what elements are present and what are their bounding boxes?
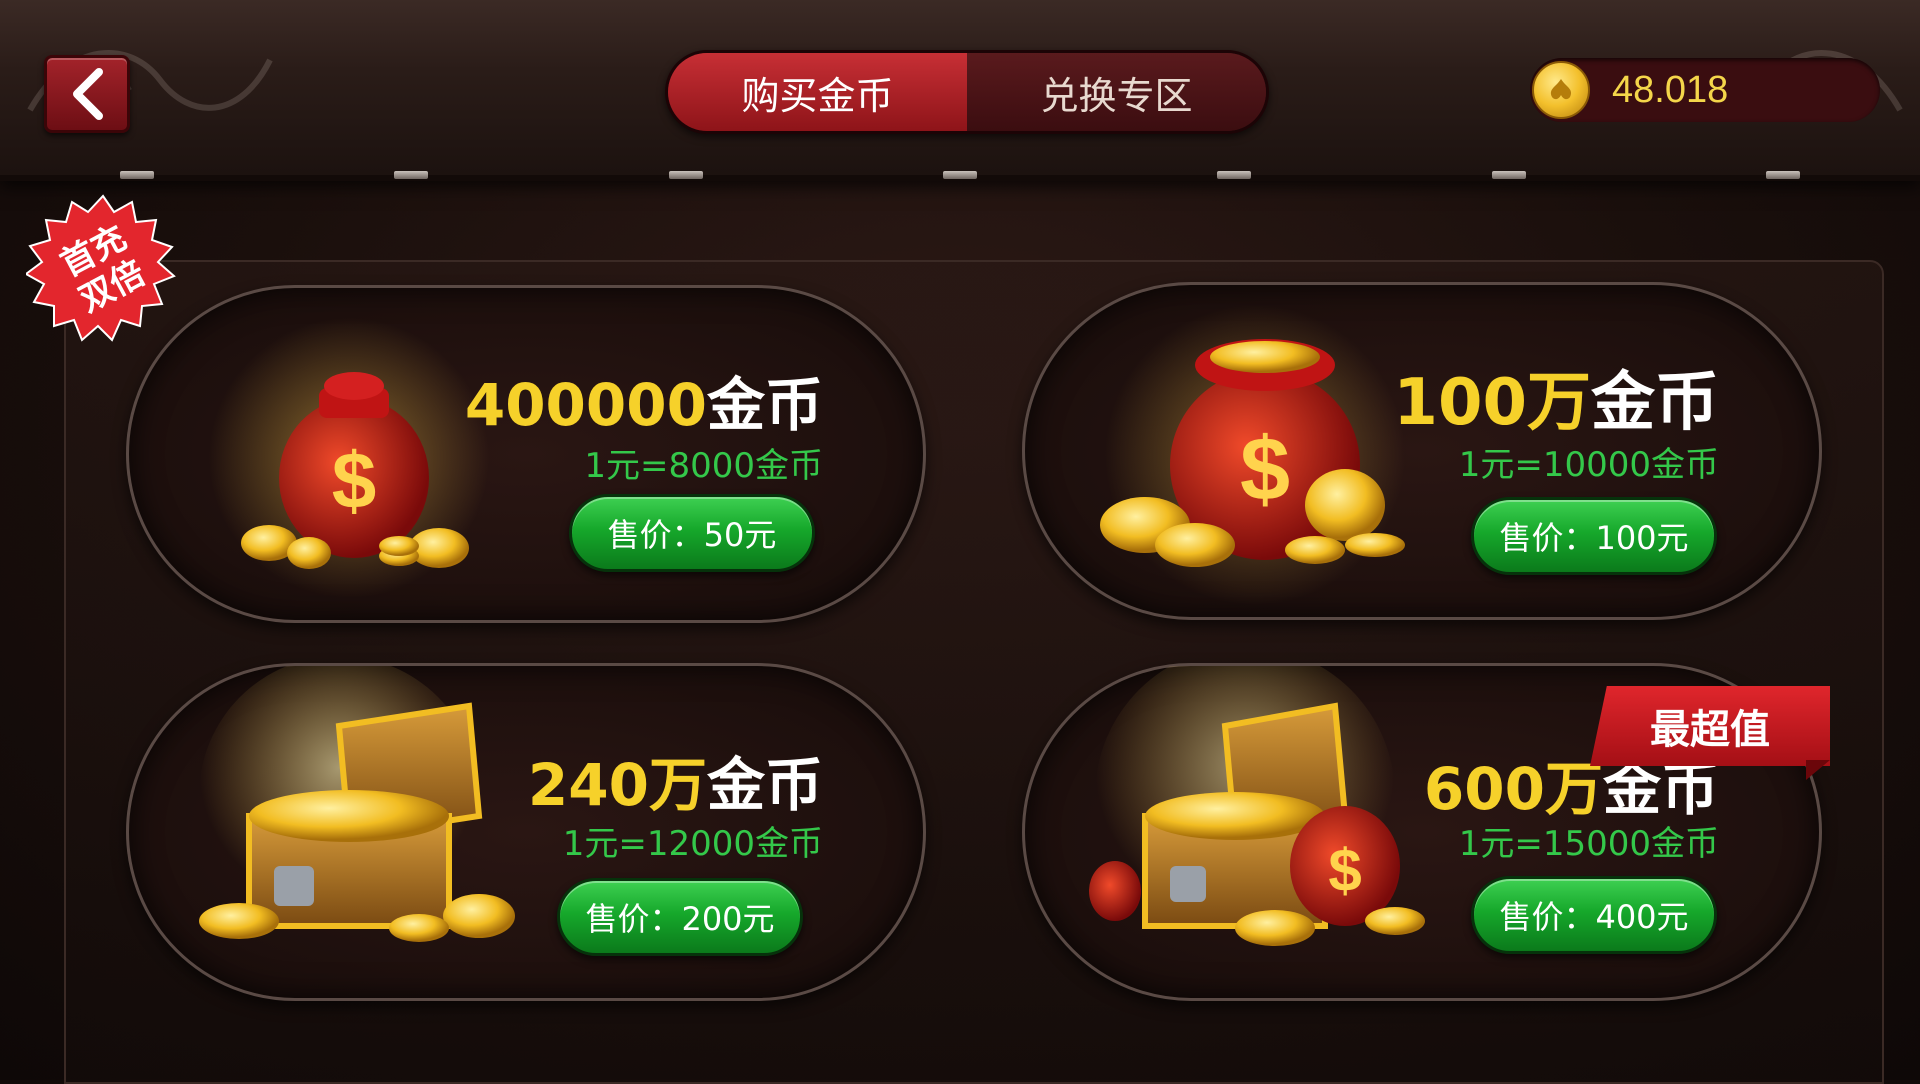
first-recharge-badge: 首充 双倍 xyxy=(24,192,180,346)
package-title: 400000金币 xyxy=(464,371,823,439)
svg-text:$: $ xyxy=(332,436,377,525)
gold-coin-icon xyxy=(1532,61,1590,119)
buy-button-400[interactable]: 售价：400元 xyxy=(1471,876,1717,954)
tab-exchange-zone[interactable]: 兑换专区 xyxy=(967,53,1266,131)
large-gold-bag-icon: $ xyxy=(1100,305,1405,605)
package-rate: 1元=10000金币 xyxy=(1458,445,1719,485)
gold-bag-icon: $ xyxy=(209,318,489,598)
balance-amount: 48.018 xyxy=(1612,68,1729,111)
package-title: 100万金币 xyxy=(1393,366,1719,440)
coin-balance: 48.018 xyxy=(1530,58,1880,122)
treasure-chest-with-bags-icon: $ xyxy=(1089,666,1425,946)
buy-button-200[interactable]: 售价：200元 xyxy=(557,878,803,956)
package-card-2.4m[interactable]: 240万金币 1元=12000金币 售价：200元 xyxy=(126,663,926,1001)
buy-button-100[interactable]: 售价：100元 xyxy=(1471,497,1717,575)
rail-lights xyxy=(0,170,1920,180)
package-rate: 1元=8000金币 xyxy=(584,446,823,486)
package-rate: 1元=15000金币 xyxy=(1458,824,1719,864)
best-value-ribbon: 最超值 xyxy=(1590,686,1830,766)
chevron-left-icon xyxy=(73,68,103,120)
back-button[interactable] xyxy=(44,55,130,133)
package-rate: 1元=12000金币 xyxy=(562,824,823,864)
svg-text:$: $ xyxy=(1328,837,1361,904)
package-card-1m[interactable]: $ 100万金币 1元=10000金币 售价：100元 xyxy=(1022,282,1822,620)
svg-text:$: $ xyxy=(1240,420,1290,520)
package-card-400000[interactable]: $ 400000金币 1元=8000金币 售价：50元 xyxy=(126,285,926,623)
treasure-chest-icon xyxy=(199,666,515,942)
package-title: 240万金币 xyxy=(527,751,823,819)
tab-bar: 购买金币 兑换专区 xyxy=(665,50,1269,134)
top-bar: 购买金币 兑换专区 48.018 xyxy=(0,0,1920,181)
tab-buy-coins[interactable]: 购买金币 xyxy=(668,53,967,131)
buy-button-50[interactable]: 售价：50元 xyxy=(569,494,815,572)
